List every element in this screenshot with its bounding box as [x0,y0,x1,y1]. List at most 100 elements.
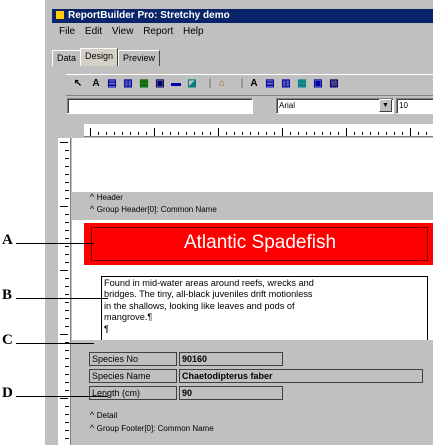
ruler-tick [194,132,195,135]
dbimage-tool-icon[interactable]: ▣ [312,78,324,90]
ruler-tick [65,430,69,431]
callout-b-line [16,298,108,299]
ruler-tick [114,132,115,135]
callout-d-line [16,396,108,397]
image-tool-icon[interactable]: ▣ [154,78,166,90]
ruler-tick [330,132,331,135]
dbmemo-tool-icon[interactable]: ▤ [264,78,276,90]
description-text[interactable]: Found in mid-water areas around reefs, w… [104,278,424,335]
ruler-tick [65,262,69,263]
horizontal-ruler [84,124,433,137]
header-band[interactable] [72,138,433,192]
memo-tool-icon[interactable]: ▤ [106,78,118,90]
ruler-tick [362,132,363,135]
app-icon [56,11,64,20]
species-name-label[interactable]: Species Name [89,369,177,383]
ruler-tick [146,132,147,135]
window-titlebar[interactable]: ReportBuilder Pro: Stretchy demo [52,9,433,23]
ruler-tick [218,128,219,136]
group-header-band-label[interactable]: ^ Group Header[0]: Common Name [90,204,217,214]
tab-preview[interactable]: Preview [118,50,161,66]
ruler-tick [274,132,275,135]
ruler-tick [394,132,395,135]
ruler-tick [65,230,69,231]
callout-d-label: D [2,385,13,401]
species-no-label[interactable]: Species No [89,352,177,366]
label-tool-icon[interactable]: A [90,78,102,90]
report-tool-icon[interactable]: ⌂ [216,78,228,90]
tab-data[interactable]: Data [52,50,82,66]
component-name-field[interactable] [67,98,253,114]
font-size-combo[interactable]: 10 [396,98,433,114]
font-name-dropdown-icon[interactable]: ▼ [379,99,392,112]
dbchart-tool-icon[interactable]: ▧ [328,78,340,90]
ruler-tick [90,128,91,136]
select-arrow-icon[interactable]: ↖ [72,78,84,90]
ruler-tick [402,132,403,135]
dbcalc-tool-icon[interactable]: ▦ [296,78,308,90]
detail-band-label[interactable]: ^ Detail [90,410,117,420]
ruler-tick [65,382,69,383]
ruler-tick [242,132,243,135]
ruler-tick [306,132,307,135]
menu-help[interactable]: Help [183,26,204,37]
ruler-tick [65,150,69,151]
ruler-tick [60,398,68,399]
calc-tool-icon[interactable]: ▦ [138,78,150,90]
ruler-tick [65,302,69,303]
ruler-tick [298,132,299,135]
ruler-tick [378,132,379,135]
header-band-label[interactable]: ^ Header [90,192,123,202]
ruler-tick [60,270,68,271]
ruler-tick [210,132,211,135]
ruler-tick [65,286,69,287]
description-line: ¶ [104,323,109,334]
ruler-tick [65,246,69,247]
ruler-tick [65,174,69,175]
dbtext-tool-icon[interactable]: A [248,78,260,90]
species-name-field[interactable]: Chaetodipterus faber [179,369,423,383]
length-label[interactable]: Length (cm) [89,386,177,400]
description-line: mangrove.¶ [104,312,153,323]
ruler-tick [65,406,69,407]
ruler-tick [290,132,291,135]
description-line: in the shallows, looking like leaves and… [104,300,295,311]
ruler-tick [65,318,69,319]
richtext-tool-icon[interactable]: ▥ [122,78,134,90]
ruler-tick [106,132,107,135]
menu-edit[interactable]: Edit [85,26,102,37]
report-title-text[interactable]: Atlantic Spadefish [100,226,420,260]
ruler-tick [418,132,419,135]
ruler-tick [65,414,69,415]
toolbar-separator-icon: | [208,78,212,89]
ruler-tick [250,132,251,135]
menu-file[interactable]: File [59,26,75,37]
group-footer-band-label[interactable]: ^ Group Footer[0]: Common Name [90,423,214,433]
ruler-tick [65,278,69,279]
ruler-tick [386,132,387,135]
ruler-tick [65,374,69,375]
ruler-tick [65,182,69,183]
tab-design[interactable]: Design [80,48,119,66]
callout-c-line [16,343,94,344]
font-size-value: 10 [399,101,408,110]
vertical-ruler [58,138,71,445]
line-tool-icon[interactable]: ◪ [186,78,198,90]
ruler-tick [65,238,69,239]
menu-view[interactable]: View [112,26,134,37]
ruler-tick [202,132,203,135]
ruler-tick [138,132,139,135]
format-toolbar: Arial ▼ 10 [66,96,433,116]
ruler-tick [370,132,371,135]
dbrichtext-tool-icon[interactable]: ▥ [280,78,292,90]
callout-a-line [16,243,94,244]
menu-report[interactable]: Report [143,26,173,37]
length-field[interactable]: 90 [179,386,283,400]
species-no-field[interactable]: 90160 [179,352,283,366]
ruler-tick [65,198,69,199]
font-name-combo[interactable]: Arial [276,98,394,114]
ruler-tick [234,132,235,135]
ruler-tick [170,132,171,135]
shape-tool-icon[interactable]: ▬ [170,78,182,90]
ruler-tick [65,190,69,191]
